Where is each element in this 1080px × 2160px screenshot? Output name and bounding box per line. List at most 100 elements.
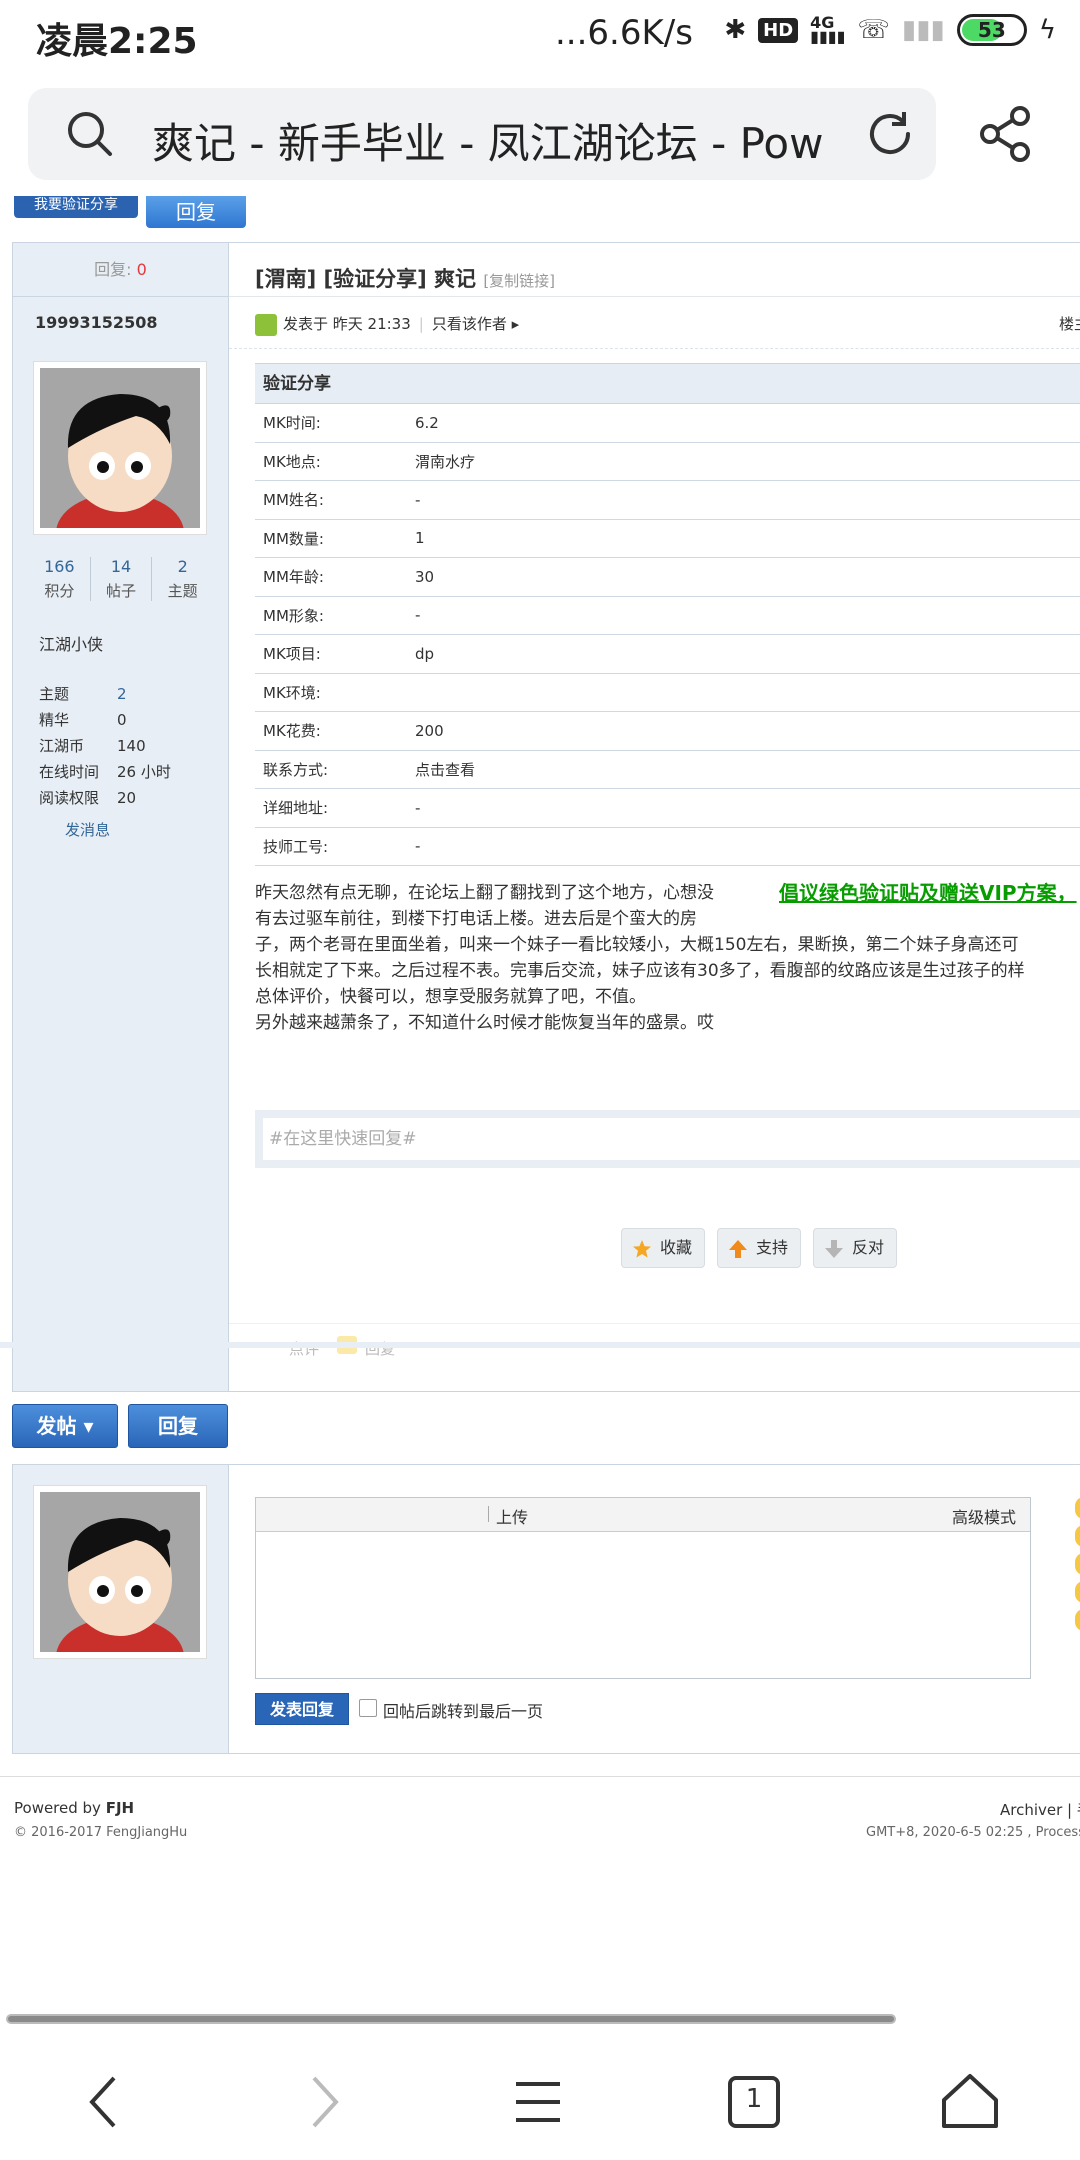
stat-threads[interactable]: 2 主题 <box>152 557 213 601</box>
table-row: MM数量: 1 <box>255 520 1080 558</box>
top-reply-button[interactable]: 回复 <box>146 196 246 228</box>
jump-last-page-label: 回帖后跳转到最后一页 <box>383 1702 544 1721</box>
back-icon[interactable] <box>66 2062 146 2142</box>
bluetooth-icon: ✱ <box>724 15 747 45</box>
advanced-mode-link[interactable]: 高级模式 <box>952 1504 1016 1528</box>
table-row: MK时间: 6.2 <box>255 404 1080 443</box>
vip-ad-link[interactable]: 倡议绿色验证贴及赠送VIP方案， <box>779 880 1077 906</box>
forward-icon[interactable] <box>282 2062 362 2142</box>
send-message-link[interactable]: 发消息 <box>65 819 228 840</box>
arrow-up-icon <box>729 1240 748 1258</box>
avatar-image <box>40 1492 200 1652</box>
floor-label: 楼主 <box>1058 315 1080 333</box>
tab-count: 1 <box>745 2084 763 2114</box>
signal-4g-icon: 4G ▮▮▮▮ <box>810 13 846 46</box>
post-title: [渭南] [验证分享] 爽记 [复制链接] <box>229 243 1080 297</box>
table-row: MM年龄: 30 <box>255 558 1080 597</box>
avatar-image <box>40 368 200 528</box>
footer: Powered by FJH © 2016-2017 FengJiangHu A… <box>0 1776 1080 1840</box>
reply-box: 上传 高级模式 发表回复 回帖后跳转到最后一页 <box>12 1464 1080 1754</box>
share-icon[interactable] <box>976 104 1036 164</box>
table-row: MM姓名: - <box>255 481 1080 520</box>
status-icons: ✱ HD 4G ▮▮▮▮ ☏ ▮▮▮ 53 ϟ <box>724 14 1056 46</box>
smiley-icon <box>1075 1553 1080 1575</box>
online-status-icon <box>255 314 277 336</box>
avatar <box>33 1485 207 1659</box>
info-row: 主题 2 <box>39 685 127 703</box>
table-row: MK花费: 200 <box>255 712 1080 751</box>
triangle-right-icon: ▸ <box>511 315 520 333</box>
copyright: © 2016-2017 FengJiangHu <box>14 1825 188 1840</box>
charging-icon: ϟ <box>1038 15 1056 45</box>
address-bar[interactable]: 爽记 - 新手毕业 - 凤江湖论坛 - Pow <box>28 88 936 180</box>
table-row: MK项目: dp <box>255 635 1080 674</box>
avatar[interactable] <box>33 361 207 535</box>
no-signal-icon: ▮▮▮ <box>901 15 945 45</box>
emoji-column[interactable] <box>1075 1497 1080 1637</box>
table-row: 详细地址: - <box>255 789 1080 828</box>
post-body: 倡议绿色验证贴及赠送VIP方案， 昨天忽然有点无聊，在论坛上翻了翻找到了这个地方… <box>255 880 1077 1033</box>
reload-icon[interactable] <box>864 108 916 160</box>
table-row: 联系方式: 点击查看 <box>255 751 1080 789</box>
reply-count: 回复: 0 <box>13 243 228 297</box>
post-time: 发表于 昨天 21:33 <box>283 315 411 333</box>
table-row: MM形象: - <box>255 597 1080 635</box>
battery-icon: 53 <box>956 14 1027 46</box>
verify-table: 验证分享 MK时间: 6.2 MK地点: 渭南水疗 MM姓名: - MM数量: 1 MM… <box>255 363 1080 866</box>
menu-icon[interactable] <box>498 2062 578 2142</box>
horizontal-scrollbar[interactable] <box>6 2014 896 2024</box>
quick-reply-input[interactable]: #在这里快速回复# <box>263 1118 1080 1160</box>
user-rank: 江湖小侠 <box>39 635 104 654</box>
table-row: MK地点: 渭南水疗 <box>255 443 1080 481</box>
user-info: 主题 2 精华 0 江湖币 140 在线时间 26 小时 阅读权限 20 <box>39 681 228 811</box>
author-sidebar: 回复: 0 19993152508 166 积分 14 帖子 2 主题 江湖小侠… <box>13 243 229 1391</box>
post-main: [渭南] [验证分享] 爽记 [复制链接] 发表于 昨天 21:33 | 只看该作者… <box>229 243 1080 1391</box>
bottom-button-row: 发帖 ▾ 回复 <box>12 1404 228 1448</box>
user-stats: 166 积分 14 帖子 2 主题 <box>29 557 213 601</box>
favorite-button[interactable]: 收藏 <box>621 1228 706 1268</box>
reply-sidebar <box>13 1465 229 1753</box>
post-meta: 发表于 昨天 21:33|只看该作者 ▸ 楼主 <box>229 297 1080 349</box>
quick-reply: #在这里快速回复# <box>255 1110 1080 1168</box>
new-post-button[interactable]: 发帖 ▾ <box>12 1404 118 1448</box>
stat-points[interactable]: 166 积分 <box>29 557 91 601</box>
copy-link[interactable]: [复制链接] <box>483 272 555 290</box>
table-row: MK环境: <box>255 674 1080 712</box>
username[interactable]: 19993152508 <box>13 297 228 347</box>
smiley-icon <box>1075 1525 1080 1547</box>
editor-toolbar: 上传 高级模式 <box>256 1498 1030 1532</box>
support-button[interactable]: 支持 <box>717 1228 802 1268</box>
hd-icon: HD <box>758 17 799 43</box>
smiley-icon <box>1075 1497 1080 1519</box>
home-icon[interactable] <box>930 2062 1010 2142</box>
post-divider <box>0 1342 1080 1348</box>
submit-reply-button[interactable]: 发表回复 <box>255 1693 349 1725</box>
share-verify-button[interactable]: 我要验证分享 <box>14 196 138 218</box>
network-speed: ...6.6K/s <box>555 13 693 53</box>
info-row: 精华 0 <box>39 711 127 729</box>
post: 回复: 0 19993152508 166 积分 14 帖子 2 主题 江湖小侠… <box>12 242 1080 1392</box>
archiver-link[interactable]: Archiver | 手 <box>1000 1799 1080 1820</box>
page-content: 我要验证分享 回复 回复: 0 19993152508 166 积分 14 帖子… <box>0 196 1080 2026</box>
smiley-icon <box>1075 1581 1080 1603</box>
verify-table-title: 验证分享 <box>255 364 1080 404</box>
clock: 凌晨2:25 <box>36 21 198 62</box>
oppose-button[interactable]: 反对 <box>813 1228 898 1268</box>
reply-editor[interactable]: 上传 高级模式 <box>255 1497 1031 1679</box>
upload-button[interactable]: 上传 <box>487 1504 528 1528</box>
top-button-row: 我要验证分享 回复 <box>14 196 246 228</box>
page-title[interactable]: 爽记 - 新手毕业 - 凤江湖论坛 - Pow <box>152 110 852 171</box>
table-row: 技师工号: - <box>255 828 1080 866</box>
jump-last-page-checkbox[interactable] <box>359 1699 377 1717</box>
stat-posts[interactable]: 14 帖子 <box>91 557 153 601</box>
star-icon <box>633 1240 651 1258</box>
contact-link[interactable]: 点击查看 <box>415 759 475 780</box>
only-author-link[interactable]: 只看该作者 <box>432 315 507 333</box>
reply-button[interactable]: 回复 <box>128 1404 228 1448</box>
smiley-icon <box>1075 1609 1080 1631</box>
arrow-down-icon <box>825 1240 844 1258</box>
tabs-button[interactable]: 1 <box>714 2062 794 2142</box>
info-row: 阅读权限 20 <box>39 789 137 807</box>
search-icon[interactable] <box>64 108 116 160</box>
powered-by: Powered by FJH <box>14 1799 135 1817</box>
